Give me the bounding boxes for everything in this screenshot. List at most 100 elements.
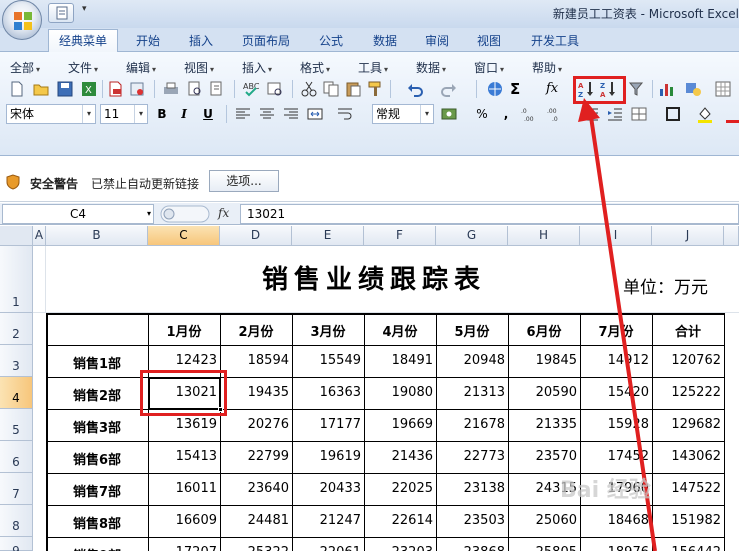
- italic-button[interactable]: I: [174, 104, 194, 124]
- redo-icon[interactable]: [440, 80, 458, 98]
- formula-bar-resize-icon[interactable]: [160, 205, 210, 223]
- menu-tools[interactable]: 工具 ▾: [358, 59, 388, 76]
- value-cell[interactable]: 15420: [580, 385, 652, 400]
- value-cell[interactable]: 22061: [292, 545, 364, 551]
- column-header-f[interactable]: F: [364, 226, 436, 246]
- align-left-icon[interactable]: [234, 105, 252, 123]
- value-cell[interactable]: 21313: [436, 385, 508, 400]
- row-header-3[interactable]: 3: [0, 345, 33, 377]
- underline-button[interactable]: U: [198, 104, 218, 124]
- value-cell[interactable]: 16011: [148, 481, 220, 496]
- value-cell[interactable]: 23203: [364, 545, 436, 551]
- column-header-e[interactable]: E: [292, 226, 364, 246]
- value-cell[interactable]: 120762: [652, 353, 724, 368]
- percent-button[interactable]: %: [472, 104, 492, 124]
- wrap-text-icon[interactable]: [336, 105, 354, 123]
- value-cell[interactable]: 25060: [508, 513, 580, 528]
- cut-icon[interactable]: [300, 80, 318, 98]
- increase-indent-icon[interactable]: [606, 105, 624, 123]
- row-header-6[interactable]: 6: [0, 441, 33, 473]
- format-painter-icon[interactable]: [366, 80, 384, 98]
- value-cell[interactable]: 21335: [508, 417, 580, 432]
- tab-developer[interactable]: 开发工具: [520, 32, 590, 52]
- value-cell[interactable]: 21436: [364, 449, 436, 464]
- print-preview-icon[interactable]: [186, 80, 204, 98]
- value-cell[interactable]: 147522: [652, 481, 724, 496]
- value-cell[interactable]: 16363: [292, 385, 364, 400]
- value-cell[interactable]: 156442: [652, 545, 724, 551]
- bold-button[interactable]: B: [152, 104, 172, 124]
- value-cell[interactable]: 12423: [148, 353, 220, 368]
- align-center-icon[interactable]: [258, 105, 276, 123]
- comma-button[interactable]: ,: [496, 104, 516, 124]
- column-header-a[interactable]: A: [33, 226, 46, 246]
- select-all-corner[interactable]: [0, 226, 33, 246]
- office-button[interactable]: [2, 0, 42, 40]
- number-format-select[interactable]: 常规 ▾: [372, 104, 434, 124]
- save-icon[interactable]: [56, 80, 74, 98]
- menu-edit[interactable]: 编辑 ▾: [126, 59, 156, 76]
- chart-icon[interactable]: [658, 80, 676, 98]
- page-setup-icon[interactable]: [208, 80, 226, 98]
- table-header-cell[interactable]: 2月份: [220, 321, 292, 340]
- tab-data[interactable]: 数据: [362, 32, 408, 52]
- font-size-select[interactable]: 11 ▾: [100, 104, 148, 124]
- autosum-icon[interactable]: Σ: [510, 80, 528, 98]
- value-cell[interactable]: 18976: [580, 545, 652, 551]
- tab-classic-menu[interactable]: 经典菜单: [48, 29, 118, 53]
- value-cell[interactable]: 20276: [220, 417, 292, 432]
- value-cell[interactable]: 17207: [148, 545, 220, 551]
- spelling-icon[interactable]: ABC: [242, 80, 260, 98]
- insert-function-button[interactable]: fx: [218, 206, 229, 220]
- value-cell[interactable]: 18491: [364, 353, 436, 368]
- tab-review[interactable]: 审阅: [414, 32, 460, 52]
- department-cell[interactable]: 销售8部: [46, 513, 148, 532]
- paste-icon[interactable]: [344, 80, 362, 98]
- column-header-j[interactable]: J: [652, 226, 724, 246]
- value-cell[interactable]: 20590: [508, 385, 580, 400]
- menu-data[interactable]: 数据 ▾: [416, 59, 446, 76]
- value-cell[interactable]: 25805: [508, 545, 580, 551]
- copy-icon[interactable]: [322, 80, 340, 98]
- row-header-7[interactable]: 7: [0, 473, 33, 505]
- table-header-cell[interactable]: 1月份: [148, 321, 220, 340]
- align-right-icon[interactable]: [282, 105, 300, 123]
- value-cell[interactable]: 23570: [508, 449, 580, 464]
- merge-center-icon[interactable]: [306, 105, 324, 123]
- menu-view[interactable]: 视图 ▾: [184, 59, 214, 76]
- column-header-h[interactable]: H: [508, 226, 580, 246]
- value-cell[interactable]: 21678: [436, 417, 508, 432]
- print-icon[interactable]: [162, 80, 180, 98]
- font-name-select[interactable]: 宋体 ▾: [6, 104, 96, 124]
- value-cell[interactable]: 22773: [436, 449, 508, 464]
- permission-icon[interactable]: [128, 80, 146, 98]
- value-cell[interactable]: 15413: [148, 449, 220, 464]
- table-header-cell[interactable]: 7月份: [580, 321, 652, 340]
- filter-icon[interactable]: [628, 80, 646, 98]
- value-cell[interactable]: 129682: [652, 417, 724, 432]
- research-icon[interactable]: [266, 80, 284, 98]
- value-cell[interactable]: 23138: [436, 481, 508, 496]
- value-cell[interactable]: 20948: [436, 353, 508, 368]
- value-cell[interactable]: 23868: [436, 545, 508, 551]
- cell-style-icon[interactable]: [630, 105, 648, 123]
- value-cell[interactable]: 15549: [292, 353, 364, 368]
- formula-input[interactable]: 13021: [240, 204, 739, 224]
- value-cell[interactable]: 19080: [364, 385, 436, 400]
- drawing-icon[interactable]: [684, 80, 702, 98]
- currency-icon[interactable]: [440, 105, 458, 123]
- value-cell[interactable]: 22799: [220, 449, 292, 464]
- value-cell[interactable]: 19435: [220, 385, 292, 400]
- table-header-cell[interactable]: 6月份: [508, 321, 580, 340]
- zoom-icon[interactable]: [714, 80, 732, 98]
- department-cell[interactable]: 销售3部: [46, 417, 148, 436]
- value-cell[interactable]: 17452: [580, 449, 652, 464]
- value-cell[interactable]: 13619: [148, 417, 220, 432]
- value-cell[interactable]: 17177: [292, 417, 364, 432]
- department-cell[interactable]: 销售1部: [46, 353, 148, 372]
- borders-icon[interactable]: [664, 105, 682, 123]
- value-cell[interactable]: 125222: [652, 385, 724, 400]
- tab-page-layout[interactable]: 页面布局: [232, 32, 300, 52]
- tab-formulas[interactable]: 公式: [308, 32, 354, 52]
- table-header-cell[interactable]: 3月份: [292, 321, 364, 340]
